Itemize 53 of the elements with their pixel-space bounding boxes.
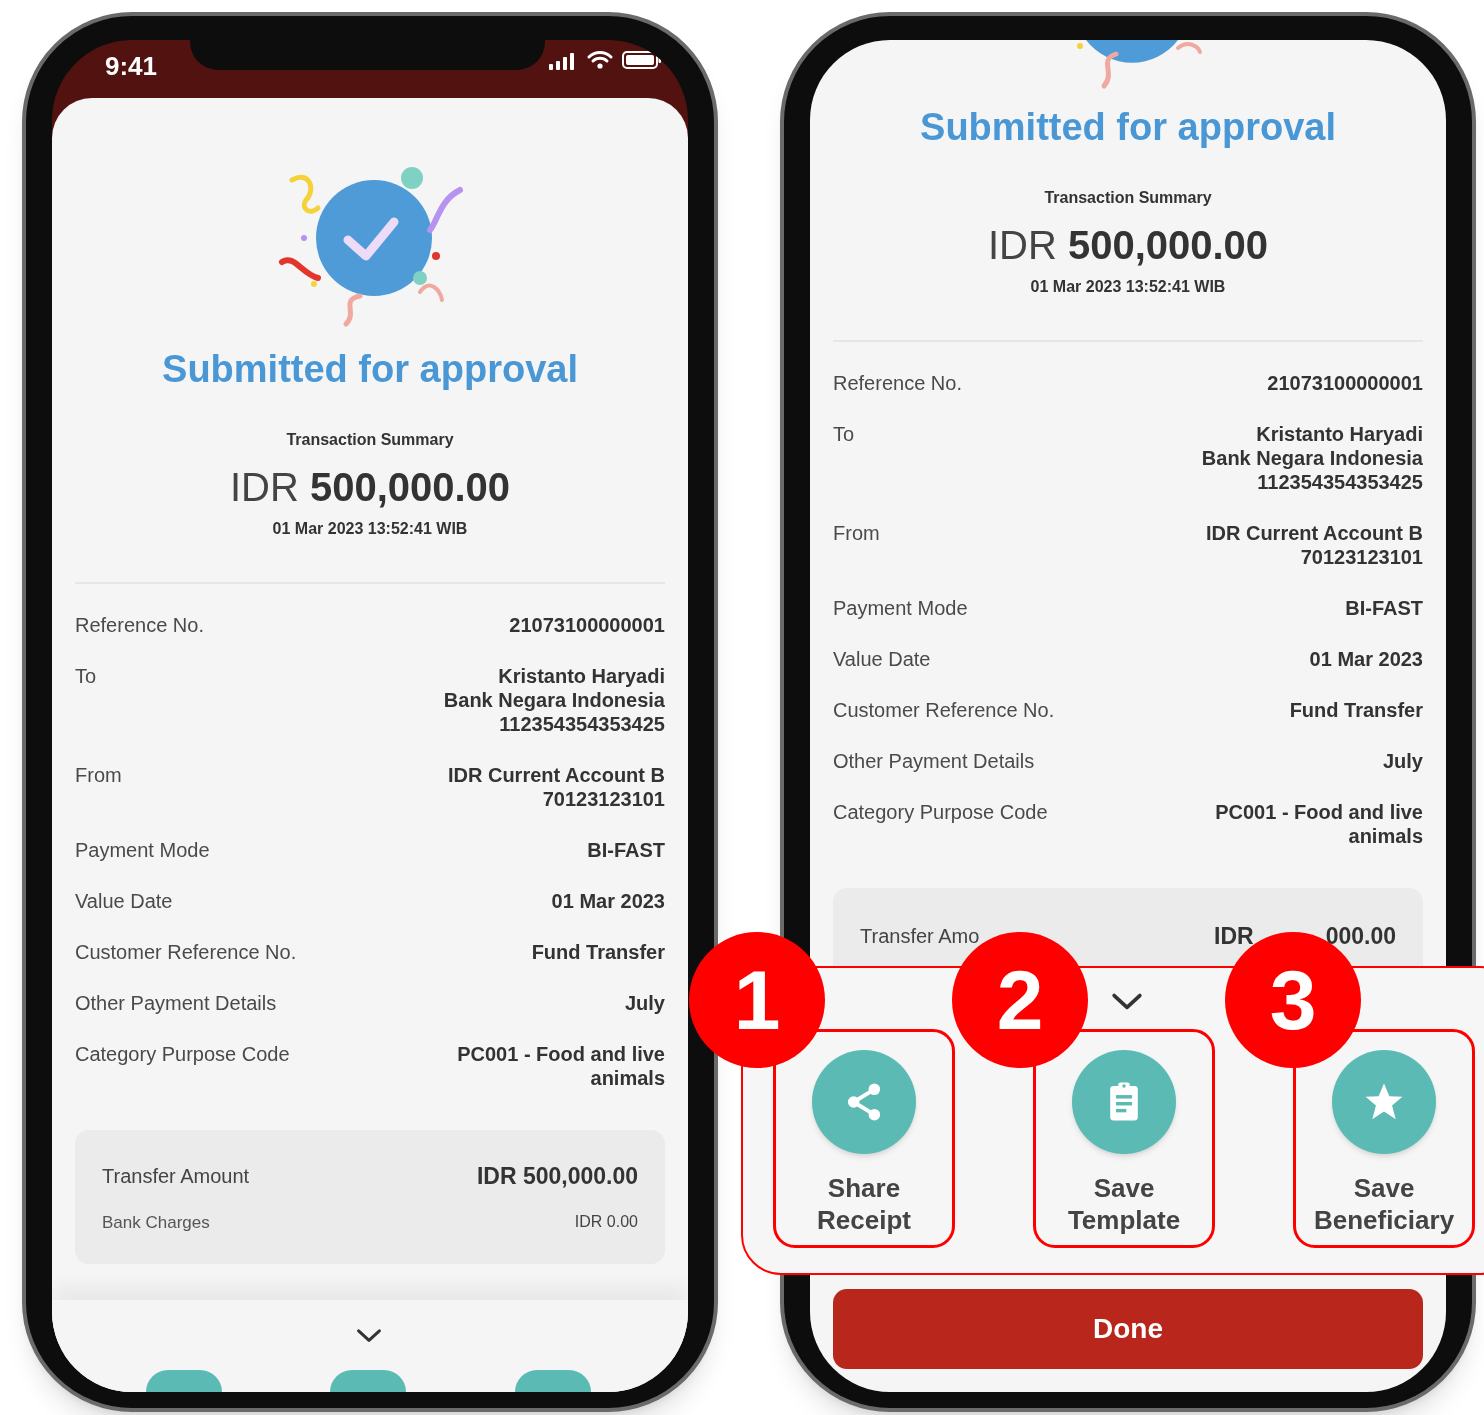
total-value: IDR 0.00 — [574, 1212, 638, 1233]
detail-label: Category Purpose Code — [833, 800, 1048, 824]
detail-label: Value Date — [75, 889, 173, 913]
action-button[interactable] — [146, 1370, 222, 1392]
detail-value: PC001 - Food and live animals — [456, 1042, 665, 1090]
summary-label: Transaction Summary — [286, 430, 454, 450]
detail-label: Reference No. — [75, 613, 204, 637]
status-title: Submitted for approval — [162, 347, 578, 392]
total-label: Transfer Amount — [102, 1164, 250, 1190]
detail-label: Category Purpose Code — [75, 1042, 290, 1066]
detail-value: July — [624, 991, 665, 1015]
transaction-datetime: 01 Mar 2023 13:52:41 WIB — [1030, 277, 1226, 297]
wifi-icon — [587, 50, 613, 70]
detail-value: IDR Current Account B 70123123101 — [447, 763, 665, 811]
chevron-down-icon[interactable] — [356, 1328, 382, 1344]
detail-label: To — [833, 422, 855, 446]
detail-label: Value Date — [833, 647, 931, 671]
battery-icon — [622, 50, 662, 70]
detail-label: From — [833, 521, 880, 545]
status-time: 9:41 — [105, 50, 158, 83]
done-button[interactable]: Done — [833, 1289, 1423, 1369]
detail-value: 01 Mar 2023 — [1309, 647, 1423, 671]
action-button[interactable] — [515, 1370, 591, 1392]
detail-value: IDR Current Account B 70123123101 — [1205, 521, 1423, 569]
detail-value: July — [1382, 749, 1423, 773]
detail-value: 21073100000001 — [509, 613, 665, 637]
transaction-datetime: 01 Mar 2023 13:52:41 WIB — [272, 519, 468, 539]
detail-label: Customer Reference No. — [833, 698, 1055, 722]
action-button[interactable] — [330, 1370, 406, 1392]
detail-value: 01 Mar 2023 — [551, 889, 665, 913]
detail-label: Other Payment Details — [833, 749, 1035, 773]
detail-label: From — [75, 763, 122, 787]
detail-label: To — [75, 664, 97, 688]
detail-value: Fund Transfer — [1289, 698, 1423, 722]
detail-value: 21073100000001 — [1267, 371, 1423, 395]
detail-value: Kristanto Haryadi Bank Negara Indonesia 112354354353425 — [443, 664, 665, 736]
amount-text: IDR 500,000.00 — [229, 464, 511, 511]
total-value: IDR 500,000.00 — [476, 1162, 638, 1191]
status-title: Submitted for approval — [920, 105, 1336, 150]
detail-label: Reference No. — [833, 371, 962, 395]
detail-value: BI-FAST — [1345, 596, 1423, 620]
detail-value: BI-FAST — [587, 838, 665, 862]
detail-value: Fund Transfer — [531, 940, 665, 964]
detail-label: Other Payment Details — [75, 991, 277, 1015]
detail-value: PC001 - Food and live animals — [1214, 800, 1423, 848]
detail-label: Payment Mode — [833, 596, 968, 620]
detail-value: Kristanto Haryadi Bank Negara Indonesia 112354354353425 — [1201, 422, 1423, 494]
detail-label: Payment Mode — [75, 838, 210, 862]
summary-label: Transaction Summary — [1044, 188, 1212, 208]
chevron-down-icon[interactable] — [1111, 992, 1143, 1012]
amount-text: IDR 500,000.00 — [987, 222, 1269, 269]
total-label: Bank Charges — [102, 1211, 210, 1234]
detail-label: Customer Reference No. — [75, 940, 297, 964]
